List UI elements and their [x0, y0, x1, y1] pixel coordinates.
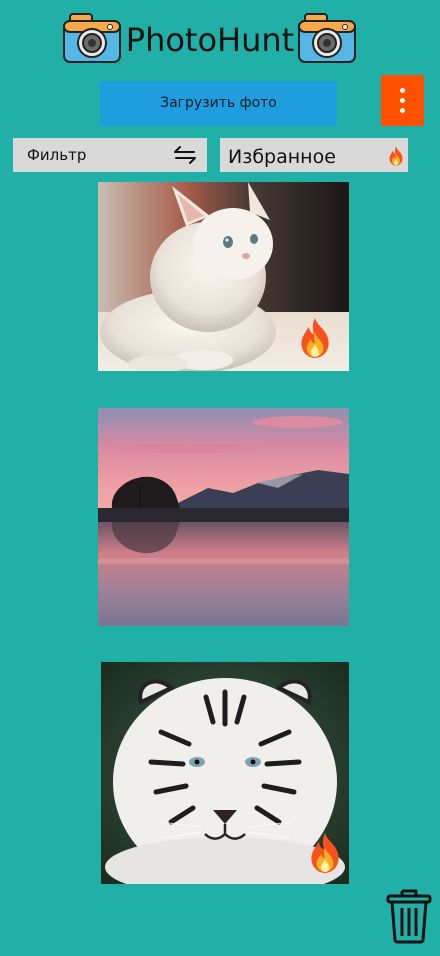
- fire-icon[interactable]: [297, 317, 333, 359]
- camera-icon: [298, 13, 356, 63]
- fire-icon[interactable]: [307, 832, 343, 874]
- app-title: PhotoHunt: [125, 21, 295, 59]
- more-menu-button[interactable]: [381, 75, 424, 126]
- camera-icon: [63, 13, 121, 63]
- photo-item-sunset[interactable]: [98, 408, 349, 626]
- favorites-button[interactable]: Избранное: [220, 138, 408, 172]
- filter-button[interactable]: Фильтр: [13, 138, 207, 172]
- trash-icon[interactable]: [386, 888, 432, 944]
- favorites-label: Избранное: [228, 146, 336, 168]
- fire-icon: [389, 146, 403, 166]
- swap-arrows-icon: [174, 146, 196, 164]
- upload-photo-button[interactable]: Загрузить фото: [100, 81, 337, 126]
- photo-item-tiger[interactable]: [101, 662, 349, 884]
- photo-item-kitten[interactable]: [98, 182, 349, 371]
- filter-label: Фильтр: [27, 146, 87, 164]
- sunset-lake-image: [98, 408, 349, 626]
